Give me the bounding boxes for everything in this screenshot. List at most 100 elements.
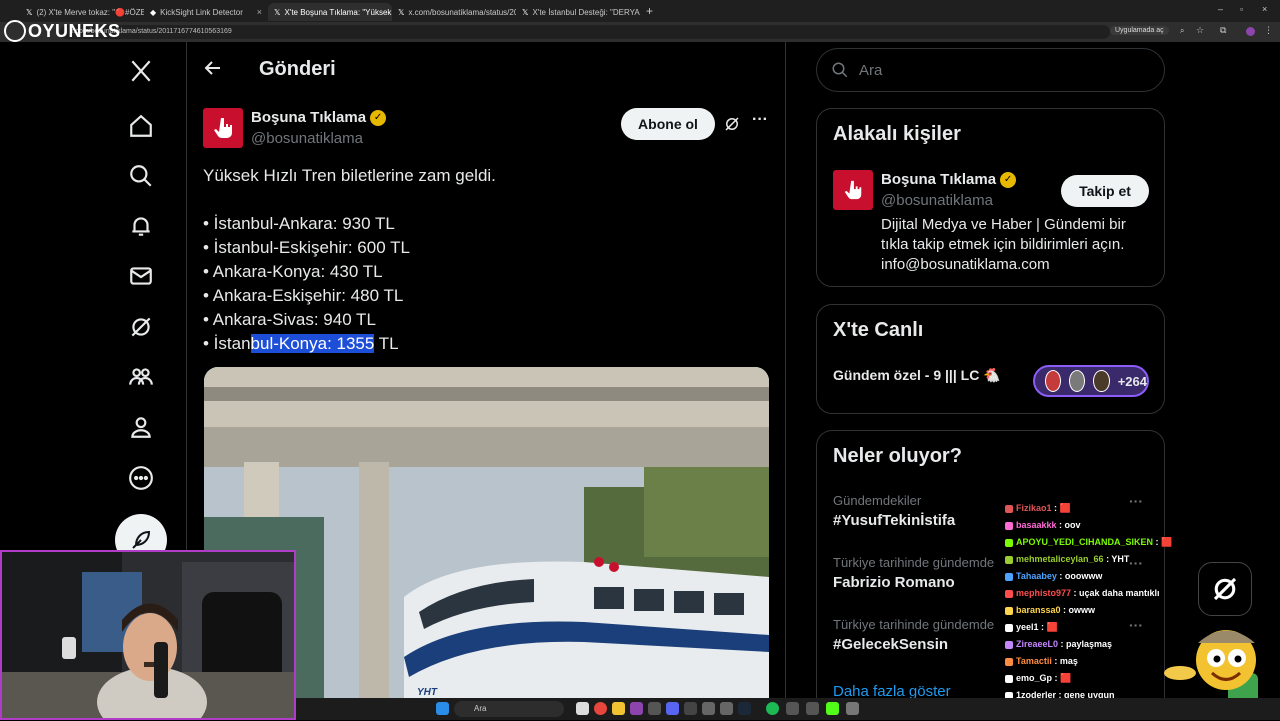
chrome-icon[interactable] xyxy=(594,702,607,715)
app-icon[interactable] xyxy=(720,702,733,715)
author-name[interactable]: Boşuna Tıklama ✓ xyxy=(881,171,1017,188)
card-title: X'te Canlı xyxy=(833,319,924,341)
maximize-icon[interactable]: ▫ xyxy=(1240,4,1243,14)
subscribe-button[interactable]: Abone ol xyxy=(621,108,715,140)
chat-message: basaakkk : oov xyxy=(1005,517,1180,534)
app-icon[interactable] xyxy=(826,702,839,715)
search-input[interactable]: Ara xyxy=(816,48,1165,92)
chat-username: yeel1 xyxy=(1016,622,1039,632)
author-bio: Dijital Medya ve Haber | Gündemi bir tık… xyxy=(881,216,1126,273)
text-selection: bul-Konya: 1355 xyxy=(250,334,375,353)
page-title: Gönderi xyxy=(259,58,336,80)
address-bar: x.com/bosunatiklama/status/2011716774610… xyxy=(0,22,1280,42)
tweet-line: • İstanbul-Eskişehir: 600 TL xyxy=(203,238,410,257)
close-window-icon[interactable]: × xyxy=(1262,4,1267,14)
chat-text: : 🟥 xyxy=(1052,673,1072,683)
author-handle[interactable]: @bosunatiklama xyxy=(251,130,363,147)
more-circle-icon[interactable] xyxy=(126,463,156,493)
follow-button[interactable]: Takip et xyxy=(1061,175,1149,207)
new-tab-icon[interactable]: + xyxy=(646,4,653,18)
app-icon[interactable] xyxy=(806,702,819,715)
profile-icon[interactable] xyxy=(1246,27,1255,36)
chat-text: : ooowww xyxy=(1056,571,1103,581)
spotify-icon[interactable] xyxy=(766,702,779,715)
app-icon[interactable] xyxy=(702,702,715,715)
live-space-title[interactable]: Gündem özel - 9 ||| LC 🐔 xyxy=(833,367,1001,384)
grok-icon[interactable] xyxy=(126,312,156,342)
chat-username: mephisto977 xyxy=(1016,588,1072,598)
app-icon[interactable] xyxy=(684,702,697,715)
trend-item[interactable]: Türkiye tarihinde gündemde Fabrizio Roma… xyxy=(833,555,994,591)
mail-icon[interactable] xyxy=(126,261,156,291)
live-listeners-badge[interactable]: +264 xyxy=(1033,365,1149,397)
chat-badge-icon xyxy=(1005,521,1013,530)
grok-icon[interactable] xyxy=(723,115,741,133)
chat-username: Fizikao1 xyxy=(1016,503,1052,513)
relevant-people-card: Alakalı kişiler Boşuna Tıklama ✓ @bosuna… xyxy=(816,108,1165,287)
app-icon[interactable] xyxy=(846,702,859,715)
back-arrow-icon[interactable] xyxy=(203,58,223,78)
author-name[interactable]: Boşuna Tıklama ✓ xyxy=(251,109,387,126)
bell-icon[interactable] xyxy=(126,211,156,241)
tweet-line: • Ankara-Sivas: 940 TL xyxy=(203,310,376,329)
chat-text: : 🟥 xyxy=(1051,503,1071,513)
chat-badge-icon xyxy=(1005,538,1013,547)
pointer-hand-icon xyxy=(214,118,232,138)
kick-icon: ◆ xyxy=(150,7,157,17)
avatar[interactable] xyxy=(203,108,243,148)
trend-item[interactable]: Türkiye tarihinde gündemde #GelecekSensi… xyxy=(833,617,994,653)
card-title: Neler oluyor? xyxy=(833,445,962,467)
search-icon[interactable] xyxy=(126,161,156,191)
listener-avatar xyxy=(1093,370,1110,392)
communities-icon[interactable] xyxy=(126,362,156,392)
folder-icon[interactable] xyxy=(612,702,625,715)
menu-icon[interactable]: ⋮ xyxy=(1264,25,1273,36)
chat-text: : YHT xyxy=(1103,554,1130,564)
profile-icon[interactable] xyxy=(126,412,156,442)
browser-tab[interactable]: ◆ KickSight Link Detector × xyxy=(144,3,268,21)
app-icon[interactable] xyxy=(630,702,643,715)
app-icon[interactable] xyxy=(738,702,751,715)
browser-tab[interactable]: 𝕏 (2) X'te Merve tokaz: "🔴#ÖZEL... × xyxy=(20,3,144,21)
verified-badge-icon: ✓ xyxy=(370,109,387,126)
avatar[interactable] xyxy=(833,170,873,210)
tweet-line xyxy=(203,188,496,212)
chat-text: : 🟥 xyxy=(1038,622,1058,632)
windows-start-icon[interactable] xyxy=(436,702,449,715)
chat-text: : maş xyxy=(1051,656,1078,666)
chat-badge-icon xyxy=(1005,657,1013,666)
x-home-logo[interactable] xyxy=(126,56,156,86)
grok-floating-button[interactable] xyxy=(1198,562,1252,616)
url-field[interactable]: x.com/bosunatiklama/status/2011716774610… xyxy=(60,25,1110,39)
extensions-icon[interactable]: ⧉ xyxy=(1220,25,1226,36)
app-icon[interactable] xyxy=(648,702,661,715)
chat-badge-icon xyxy=(1005,606,1013,615)
tweet-line: • Ankara-Eskişehir: 480 TL xyxy=(203,286,404,305)
windows-taskbar: Ara xyxy=(296,698,1280,720)
chat-badge-icon xyxy=(1005,640,1013,649)
zoom-icon[interactable]: ⌕ xyxy=(1180,26,1184,36)
minimize-icon[interactable]: – xyxy=(1218,4,1223,14)
home-icon[interactable] xyxy=(126,111,156,141)
x-logo-icon: 𝕏 xyxy=(398,7,405,17)
tweet-line-highlighted: • İstanbul-Konya: 1355 TL xyxy=(203,334,399,353)
open-in-app-button[interactable]: Uygulamada aç xyxy=(1110,26,1169,35)
browser-tab[interactable]: 𝕏 x.com/bosunatiklama/status/20... × xyxy=(392,3,516,21)
app-icon[interactable] xyxy=(576,702,589,715)
chat-username: ZireaeeL0 xyxy=(1016,639,1059,649)
more-options-icon[interactable]: ··· xyxy=(751,112,769,133)
browser-tab-active[interactable]: 𝕏 X'te Boşuna Tıklama: "Yüksek H... × xyxy=(268,3,392,21)
close-tab-icon[interactable]: × xyxy=(257,7,262,17)
app-icon[interactable] xyxy=(786,702,799,715)
x-logo-icon xyxy=(131,60,151,82)
chat-message: mehmetaliceylan_66 : YHT xyxy=(1005,551,1180,568)
taskbar-search[interactable]: Ara xyxy=(454,701,564,717)
verified-badge-icon: ✓ xyxy=(1000,171,1017,188)
chat-username: mehmetaliceylan_66 xyxy=(1016,554,1104,564)
chat-message: Tahaabey : ooowww xyxy=(1005,568,1180,585)
trend-item[interactable]: Gündemdekiler #YusufTekinİstifa xyxy=(833,493,955,529)
app-icon[interactable] xyxy=(666,702,679,715)
author-handle[interactable]: @bosunatiklama xyxy=(881,192,993,209)
browser-tab[interactable]: 𝕏 X'te İstanbul Desteği: "DERYA Ç... × xyxy=(516,3,640,21)
star-icon[interactable]: ☆ xyxy=(1196,25,1204,36)
